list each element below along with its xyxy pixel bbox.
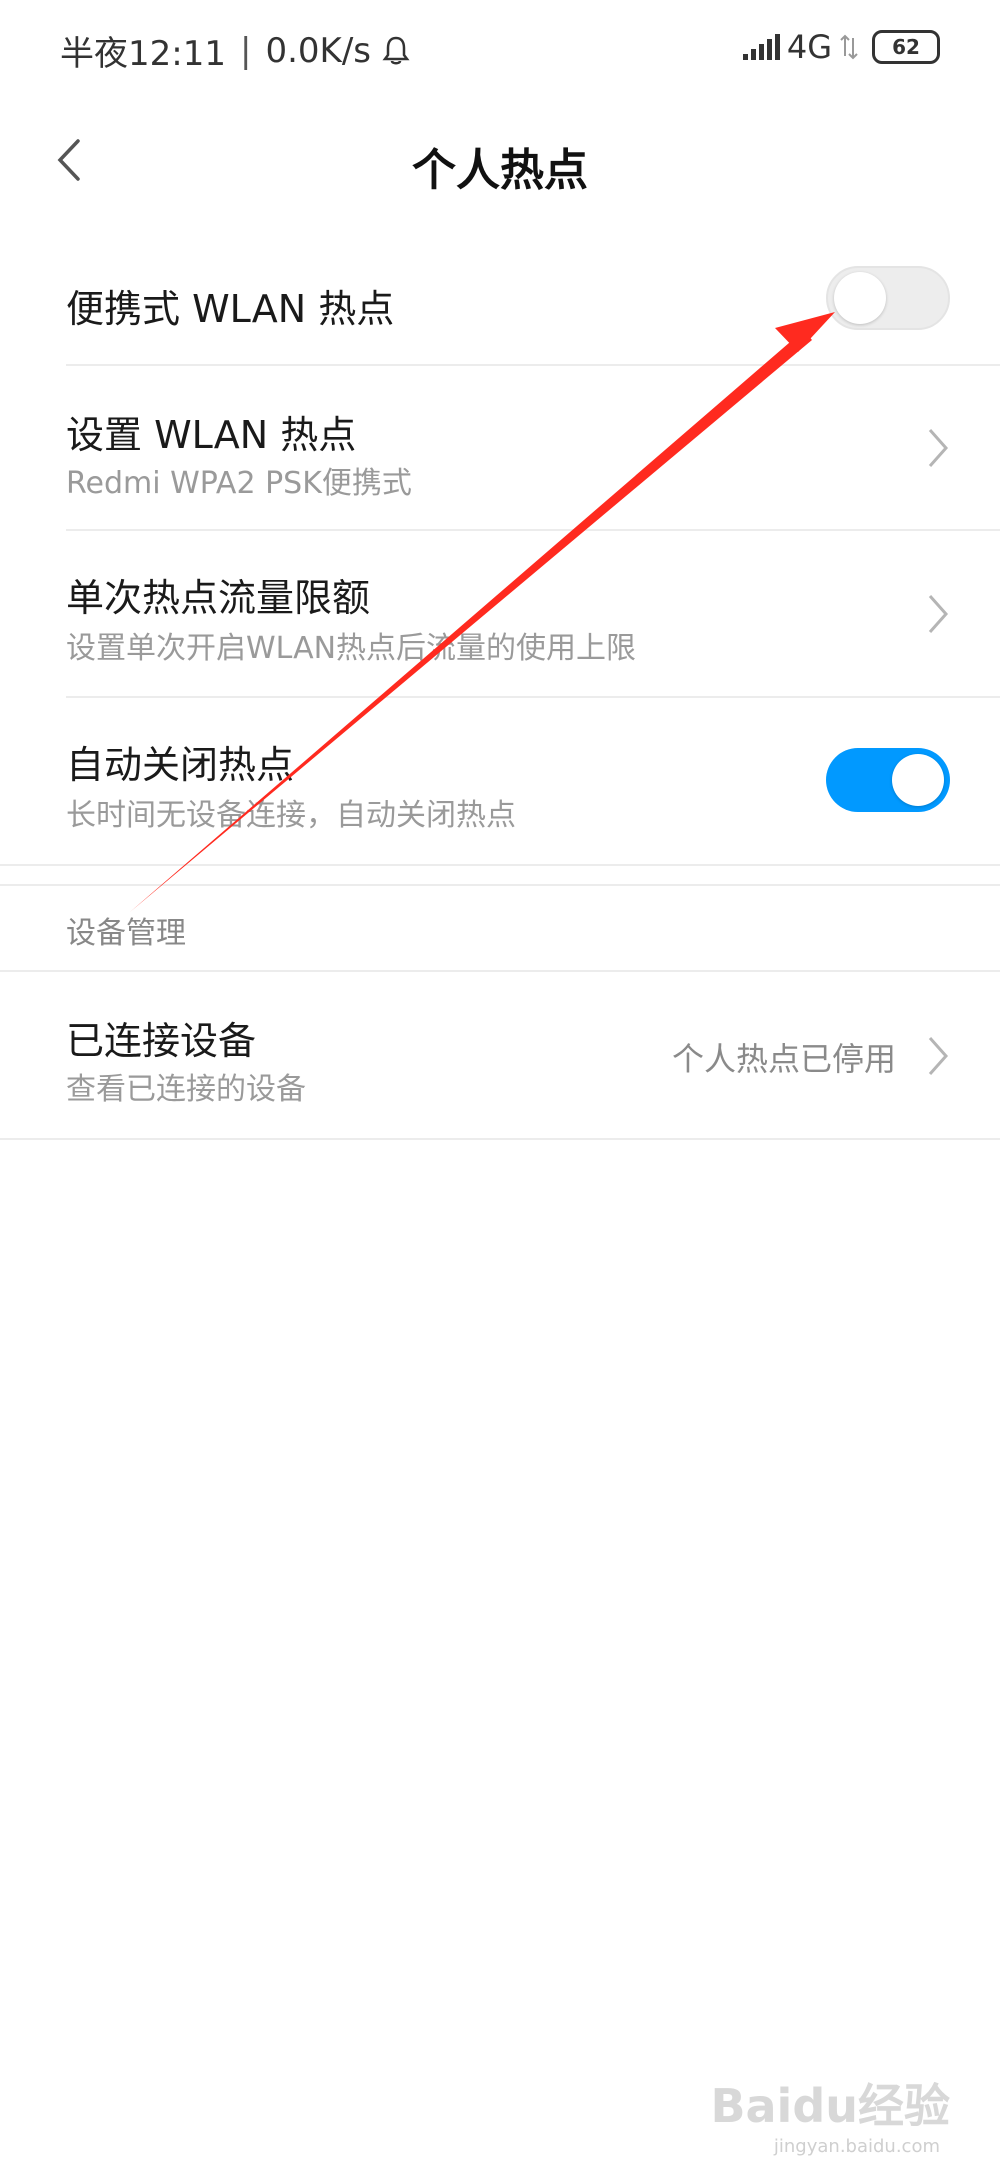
auto-off-toggle[interactable] bbox=[826, 748, 950, 812]
portable-hotspot-label: 便携式 WLAN 热点 bbox=[66, 287, 395, 331]
hotspot-status-value: 个人热点已停用 bbox=[671, 1040, 896, 1078]
data-limit-row[interactable]: 单次热点流量限额 设置单次开启WLAN热点后流量的使用上限 bbox=[0, 531, 1000, 697]
bell-icon bbox=[382, 36, 410, 64]
connected-devices-row[interactable]: 已连接设备 查看已连接的设备 个人热点已停用 bbox=[0, 972, 1000, 1140]
setup-hotspot-label: 设置 WLAN 热点 bbox=[66, 413, 357, 457]
toggle-knob bbox=[834, 272, 886, 324]
chevron-right-icon bbox=[928, 429, 949, 467]
device-section-header: 设备管理 bbox=[66, 916, 186, 951]
divider bbox=[0, 864, 1000, 866]
portable-hotspot-toggle[interactable] bbox=[826, 266, 950, 330]
divider bbox=[0, 884, 1000, 886]
status-separator: | bbox=[239, 30, 252, 71]
portable-hotspot-row[interactable]: 便携式 WLAN 热点 bbox=[0, 250, 1000, 366]
data-limit-subtitle: 设置单次开启WLAN热点后流量的使用上限 bbox=[66, 631, 637, 666]
status-right: 4G 62 bbox=[742, 28, 940, 66]
page-title: 个人热点 bbox=[412, 145, 588, 196]
auto-off-subtitle: 长时间无设备连接，自动关闭热点 bbox=[66, 798, 516, 833]
data-transfer-icon bbox=[840, 34, 858, 60]
toggle-knob bbox=[892, 754, 944, 806]
watermark-url: jingyan.baidu.com bbox=[773, 2136, 940, 2157]
battery-indicator: 62 bbox=[872, 30, 940, 64]
auto-off-label: 自动关闭热点 bbox=[66, 743, 295, 787]
chevron-right-icon bbox=[928, 595, 949, 633]
battery-level: 62 bbox=[892, 35, 920, 59]
signal-icon bbox=[742, 34, 780, 60]
setup-hotspot-subtitle: Redmi WPA2 PSK便携式 bbox=[66, 466, 412, 501]
connected-devices-label: 已连接设备 bbox=[66, 1019, 257, 1063]
connected-devices-subtitle: 查看已连接的设备 bbox=[66, 1072, 306, 1107]
status-time: 半夜12:11 bbox=[60, 34, 226, 74]
status-bar: 半夜12:11 | 0.0K/s 4G 62 bbox=[0, 0, 1000, 96]
auto-off-row[interactable]: 自动关闭热点 长时间无设备连接，自动关闭热点 bbox=[0, 698, 1000, 864]
title-bar: 个人热点 bbox=[0, 110, 1000, 210]
setup-hotspot-row[interactable]: 设置 WLAN 热点 Redmi WPA2 PSK便携式 bbox=[0, 366, 1000, 530]
chevron-right-icon bbox=[928, 1037, 949, 1075]
baidu-watermark: Baidu经验 bbox=[710, 2079, 950, 2133]
data-limit-label: 单次热点流量限额 bbox=[66, 576, 371, 620]
status-speed: 0.0K/s bbox=[265, 30, 371, 71]
divider bbox=[0, 1138, 1000, 1140]
status-left: 半夜12:11 | 0.0K/s bbox=[60, 26, 411, 75]
network-type: 4G bbox=[786, 28, 832, 66]
